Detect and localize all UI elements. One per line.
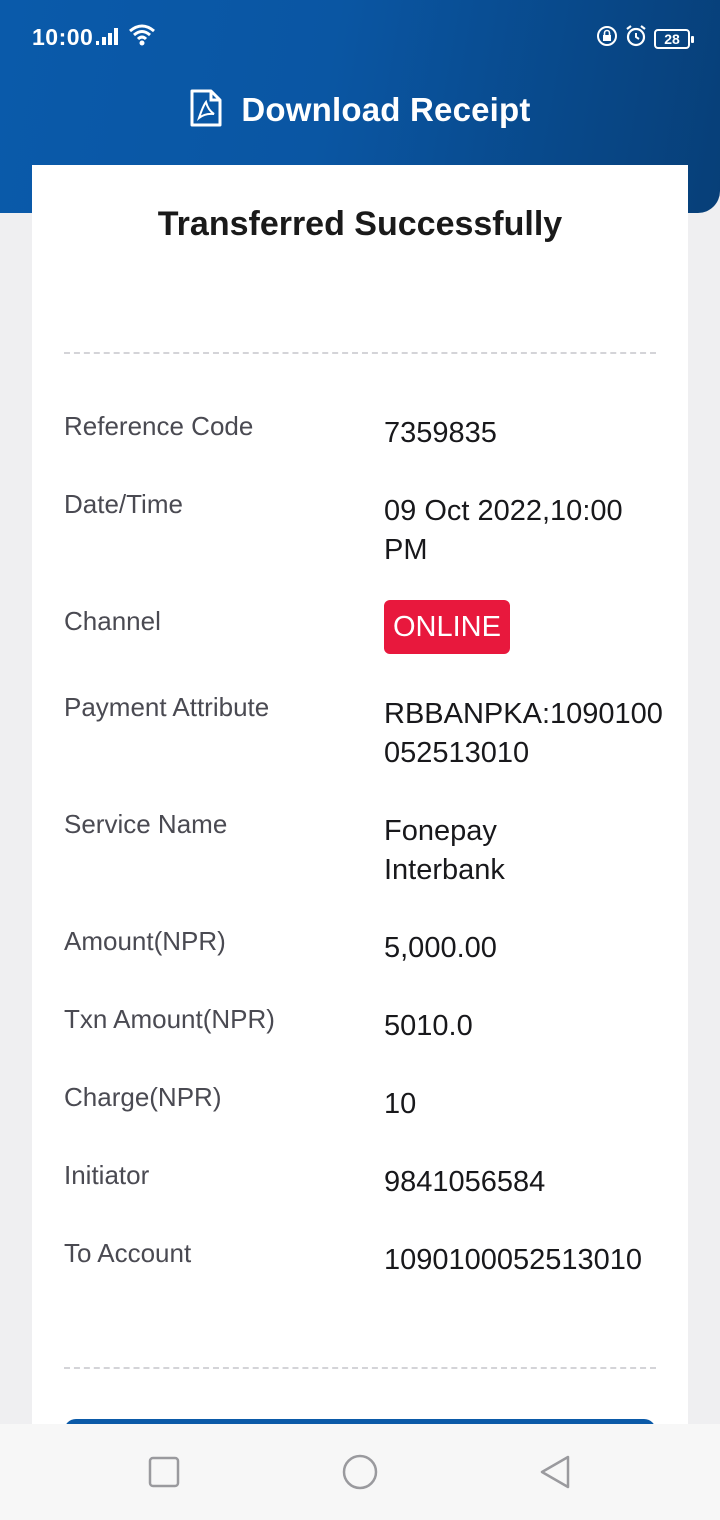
status-time: 10:00: [32, 24, 94, 50]
page-header[interactable]: Download Receipt: [0, 82, 720, 138]
page-title: Download Receipt: [241, 91, 531, 128]
row-label: Reference Code: [64, 411, 254, 441]
signal-icon: [96, 26, 122, 53]
lock-rotation-icon: [596, 25, 618, 53]
battery-icon: 28: [654, 29, 694, 49]
wifi-icon: [128, 23, 156, 53]
row-value: 1090100052513010: [384, 1244, 643, 1276]
recent-apps-icon[interactable]: [144, 1452, 184, 1492]
row-label: Initiator: [64, 1160, 150, 1190]
status-icons: 28: [596, 24, 694, 54]
row-value: ONLINE: [384, 600, 674, 654]
row-label: Txn Amount(NPR): [64, 1004, 275, 1034]
home-icon[interactable]: [340, 1452, 380, 1492]
row-label: Charge(NPR): [64, 1082, 222, 1112]
row-label: Service Name: [64, 809, 228, 839]
pdf-file-icon: [189, 88, 223, 133]
row-value: 7359835: [384, 417, 497, 449]
row-value: Fonepay Interbank: [384, 815, 505, 886]
receipt-card: Transferred Successfully Reference Code …: [32, 165, 688, 1459]
row-label: To Account: [64, 1238, 192, 1268]
divider-top: [64, 352, 656, 354]
row-value: 9841056584: [384, 1166, 546, 1198]
channel-badge: ONLINE: [384, 600, 510, 654]
row-value: 5010.0: [384, 1010, 473, 1042]
receipt-title: Transferred Successfully: [157, 205, 563, 243]
alarm-icon: [624, 24, 648, 54]
navigation-bar: [0, 1424, 720, 1520]
status-bar: 10:00 28: [0, 0, 720, 70]
row-label: Payment Attribute: [64, 692, 270, 722]
row-value: RBBANPKA:1090100052513010: [384, 698, 663, 769]
row-label: Channel: [64, 606, 161, 636]
divider-bottom: [64, 1367, 656, 1369]
row-value: 09 Oct 2022,10:00 PM: [384, 495, 623, 566]
back-icon[interactable]: [536, 1452, 576, 1492]
row-value: 10: [384, 1088, 417, 1120]
row-label: Date/Time: [64, 489, 183, 519]
row-label: Amount(NPR): [64, 926, 226, 956]
row-value: 5,000.00: [384, 932, 497, 964]
